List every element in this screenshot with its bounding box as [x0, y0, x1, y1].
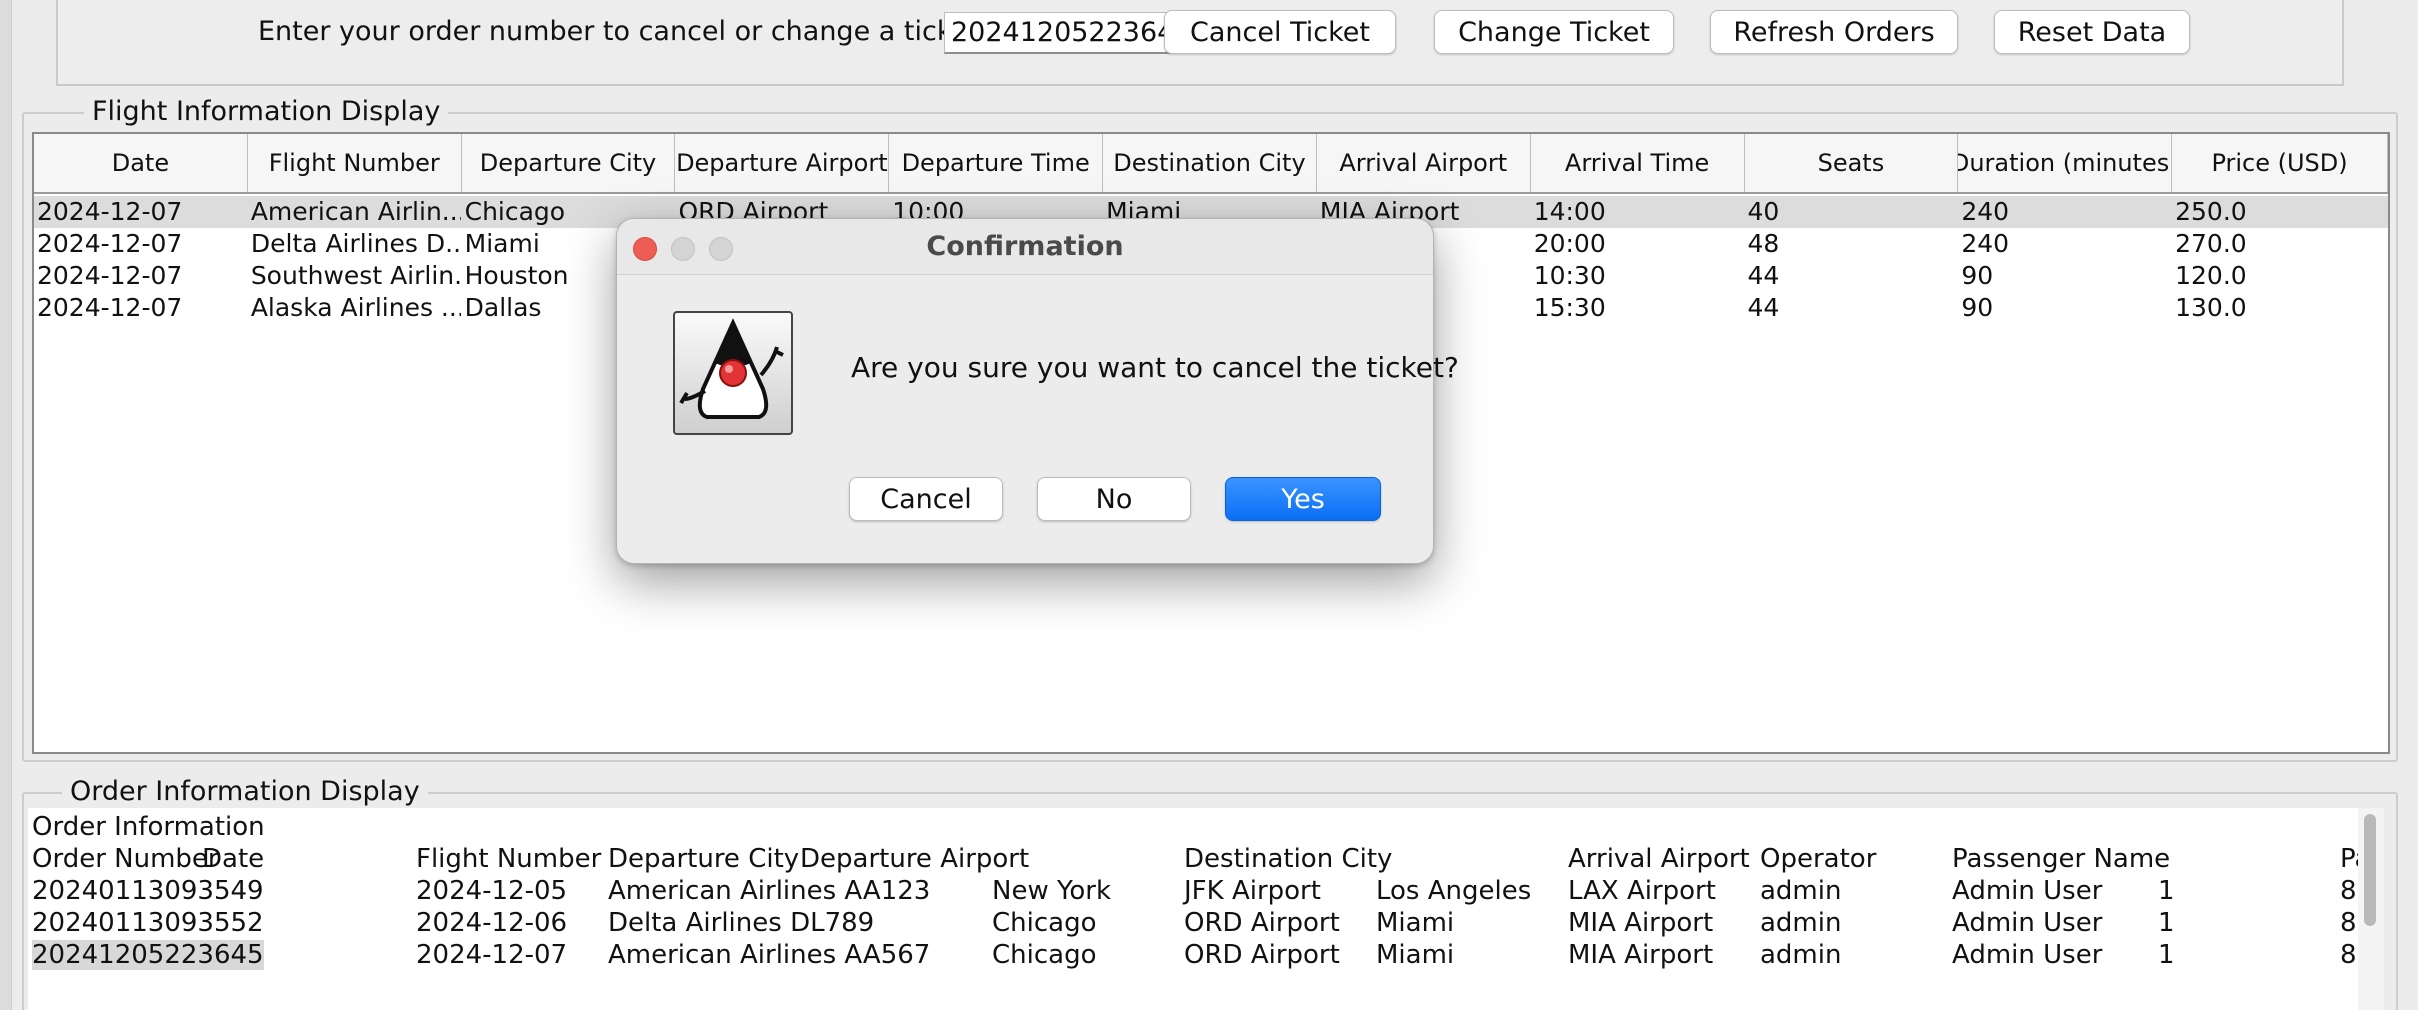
flight-cell: 250.0: [2175, 197, 2247, 226]
order-cell-text: 1: [2158, 940, 2175, 970]
order-cell-text: admin: [1760, 908, 1842, 938]
cancel-ticket-button[interactable]: Cancel Ticket: [1164, 10, 1396, 54]
dialog-message: Are you sure you want to cancel the tick…: [851, 351, 1459, 384]
java-duke-icon: [673, 311, 793, 435]
order-cell-text: LAX Airport: [1568, 876, 1716, 906]
column-header[interactable]: Departure Time: [889, 134, 1104, 192]
order-cell-text: Miami: [1376, 940, 1455, 970]
dialog-titlebar: Confirmation: [617, 219, 1433, 275]
order-number-text: 20241205223645: [32, 940, 264, 970]
column-header[interactable]: Seats: [1745, 134, 1959, 192]
flight-cell: Delta Airlines D...: [250, 229, 462, 258]
order-cell-text: admin: [1760, 940, 1842, 970]
order-panel-title: Order Information Display: [62, 776, 428, 807]
dialog-title: Confirmation: [926, 231, 1124, 262]
dialog-cancel-button[interactable]: Cancel: [849, 477, 1003, 521]
order-header-label: Departure City: [608, 844, 800, 874]
column-header[interactable]: Duration (minutes): [1958, 134, 2173, 192]
order-text-area[interactable]: Order Information Order Number Date Flight…: [28, 808, 2378, 1010]
change-ticket-button[interactable]: Change Ticket: [1434, 10, 1674, 54]
order-info-heading: Order Information: [32, 812, 265, 842]
flight-cell: 270.0: [2175, 229, 2247, 258]
refresh-orders-button[interactable]: Refresh Orders: [1710, 10, 1958, 54]
order-cell-text: American Airlines AA123: [608, 876, 931, 906]
column-header[interactable]: Destination City: [1103, 134, 1317, 192]
flight-cell: 120.0: [2175, 261, 2247, 290]
order-number-text: 20240113093549: [32, 876, 264, 906]
flight-cell: 15:30: [1533, 293, 1606, 322]
order-cell-text: Miami: [1376, 908, 1455, 938]
flight-cell: 2024-12-07: [37, 293, 183, 322]
order-cell-text: New York: [992, 876, 1112, 906]
order-cell-text: JFK Airport: [1184, 876, 1321, 906]
column-header[interactable]: Departure City: [462, 134, 676, 192]
flight-cell: 240: [1961, 229, 2010, 258]
flight-cell: 130.0: [2175, 293, 2247, 322]
order-header-label: Order Number: [32, 844, 219, 874]
flight-cell: 40: [1747, 197, 1780, 226]
confirmation-dialog: Confirmation Are you sure you want to ca…: [616, 218, 1459, 564]
flight-cell: 10:30: [1533, 261, 1606, 290]
order-scrollbar-thumb[interactable]: [2364, 814, 2376, 926]
order-cell-text: admin: [1760, 876, 1842, 906]
left-window-edge: [0, 0, 12, 1010]
flight-cell: Southwest Airlin...: [250, 261, 462, 290]
order-header-label: Destination City: [1184, 844, 1393, 874]
order-cell-text: MIA Airport: [1568, 940, 1714, 970]
flight-cell: Alaska Airlines ...: [250, 293, 462, 322]
flight-cell: American Airlin...: [250, 197, 462, 226]
flight-cell: 2024-12-07: [37, 229, 183, 258]
flight-cell: 90: [1961, 293, 1994, 322]
order-cell-text: Admin User: [1952, 908, 2103, 938]
column-header[interactable]: Arrival Time: [1531, 134, 1745, 192]
flight-panel-title: Flight Information Display: [84, 96, 449, 127]
dialog-no-button[interactable]: No: [1037, 477, 1191, 521]
order-control-panel: Enter your order number to cancel or cha…: [56, 0, 2344, 86]
flight-cell: 20:00: [1533, 229, 1606, 258]
order-cell-text: 1: [2158, 908, 2175, 938]
order-cell-text: Chicago: [992, 908, 1097, 938]
order-cell-text: Admin User: [1952, 940, 2103, 970]
flight-table-header: Date Flight Number Departure City Departure…: [34, 134, 2388, 194]
flight-cell: 44: [1747, 293, 1780, 322]
order-cell-text: Los Angeles: [1376, 876, 1532, 906]
order-number-text: 20240113093552: [32, 908, 264, 938]
order-number-input[interactable]: [944, 12, 1192, 54]
dialog-yes-button[interactable]: Yes: [1225, 477, 1381, 521]
column-header[interactable]: Flight Number: [248, 134, 462, 192]
order-header-label: Date: [202, 844, 265, 874]
order-cell-text: 2024-12-07: [416, 940, 568, 970]
flight-cell: 48: [1747, 229, 1780, 258]
column-header[interactable]: Arrival Airport: [1317, 134, 1531, 192]
flight-cell: 240: [1961, 197, 2010, 226]
column-header[interactable]: Price (USD): [2172, 134, 2388, 192]
flight-cell: 44: [1747, 261, 1780, 290]
order-number-prompt: Enter your order number to cancel or cha…: [258, 16, 988, 47]
order-cell-text: 2024-12-05: [416, 876, 568, 906]
order-cell-text: 2024-12-06: [416, 908, 568, 938]
column-header[interactable]: Date: [34, 134, 248, 192]
order-cell-text: 1: [2158, 876, 2175, 906]
flight-cell: 90: [1961, 261, 1994, 290]
flight-cell: 2024-12-07: [37, 197, 183, 226]
order-header-label: Operator: [1760, 844, 1877, 874]
flight-cell: 2024-12-07: [37, 261, 183, 290]
order-cell-text: MIA Airport: [1568, 908, 1714, 938]
column-header[interactable]: Departure Airport: [675, 134, 890, 192]
reset-data-button[interactable]: Reset Data: [1994, 10, 2190, 54]
order-header-label: Arrival Airport: [1568, 844, 1750, 874]
order-header-label: Passenger Name: [1952, 844, 2171, 874]
flight-cell: 14:00: [1533, 197, 1606, 226]
order-cell-text: Admin User: [1952, 876, 2103, 906]
order-cell-text: Chicago: [992, 940, 1097, 970]
order-header-label: Flight Number: [416, 844, 602, 874]
order-cell-text: American Airlines AA567: [608, 940, 931, 970]
order-cell-text: ORD Airport: [1184, 940, 1340, 970]
order-header-label: Departure Airport: [800, 844, 1030, 874]
order-cell-text: Delta Airlines DL789: [608, 908, 875, 938]
order-cell-text: ORD Airport: [1184, 908, 1340, 938]
